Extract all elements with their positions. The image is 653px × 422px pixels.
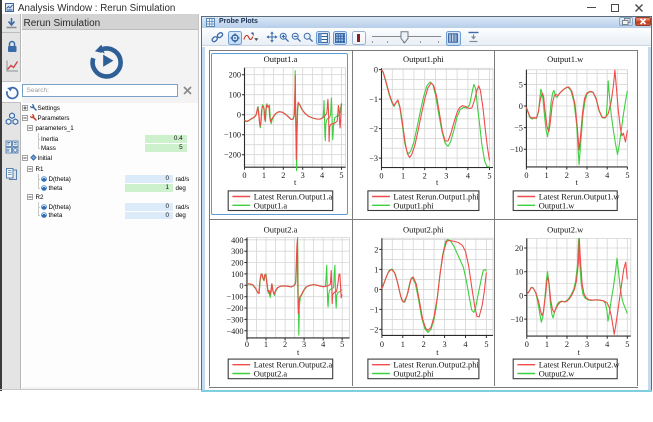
- svg-text:−200: −200: [226, 304, 243, 313]
- svg-text:Output1.w: Output1.w: [539, 202, 576, 211]
- svg-text:0: 0: [244, 339, 248, 348]
- svg-text:4: 4: [605, 171, 610, 180]
- svg-text:1: 1: [401, 172, 405, 181]
- svg-text:2: 2: [283, 339, 287, 348]
- svg-text:Output2.w: Output2.w: [547, 224, 584, 234]
- svg-text:3: 3: [444, 172, 448, 181]
- svg-text:100: 100: [228, 91, 240, 100]
- svg-text:2: 2: [421, 339, 425, 348]
- svg-text:0: 0: [519, 291, 523, 300]
- svg-text:0: 0: [236, 111, 240, 120]
- svg-text:0: 0: [379, 339, 383, 348]
- svg-text:Latest Rerun.Output1.a: Latest Rerun.Output1.a: [253, 193, 332, 202]
- svg-text:t: t: [293, 178, 296, 187]
- svg-text:−400: −400: [226, 326, 243, 335]
- svg-text:2: 2: [374, 245, 378, 254]
- svg-text:−10: −10: [510, 145, 523, 154]
- svg-text:10: 10: [515, 267, 523, 276]
- svg-text:1: 1: [261, 171, 265, 180]
- svg-text:t: t: [576, 178, 579, 187]
- svg-text:Output1.phi: Output1.phi: [393, 202, 434, 211]
- svg-text:5: 5: [625, 339, 629, 348]
- svg-text:100: 100: [231, 269, 243, 278]
- svg-text:0: 0: [525, 339, 529, 348]
- svg-text:Output2.a: Output2.a: [263, 224, 297, 234]
- svg-text:3: 3: [300, 171, 304, 180]
- svg-text:−2: −2: [369, 325, 378, 334]
- svg-text:0: 0: [525, 171, 529, 180]
- svg-text:−3: −3: [369, 154, 378, 163]
- svg-text:t: t: [578, 348, 581, 357]
- svg-text:t: t: [297, 348, 300, 357]
- svg-text:t: t: [436, 178, 439, 187]
- svg-text:1: 1: [400, 339, 404, 348]
- svg-text:−300: −300: [226, 315, 243, 324]
- svg-text:2: 2: [565, 339, 569, 348]
- svg-text:200: 200: [231, 258, 243, 267]
- svg-text:Output2.phi: Output2.phi: [393, 369, 434, 378]
- svg-text:Output1.w: Output1.w: [547, 54, 584, 64]
- svg-text:Latest Rerun.Output1.phi: Latest Rerun.Output1.phi: [393, 193, 479, 202]
- svg-text:Latest Rerun.Output2.w: Latest Rerun.Output2.w: [539, 360, 621, 369]
- svg-text:1: 1: [263, 339, 267, 348]
- svg-text:0: 0: [239, 281, 243, 290]
- svg-text:Output1.phi: Output1.phi: [403, 55, 444, 65]
- svg-text:1: 1: [374, 265, 378, 274]
- svg-text:5: 5: [339, 171, 343, 180]
- svg-text:−1: −1: [369, 305, 378, 314]
- svg-text:Output2.a: Output2.a: [253, 369, 287, 378]
- svg-text:Latest Rerun.Output2.a: Latest Rerun.Output2.a: [253, 360, 332, 369]
- svg-text:−10: −10: [511, 315, 524, 324]
- svg-text:3: 3: [585, 339, 589, 348]
- svg-text:Latest Rerun.Output1.w: Latest Rerun.Output1.w: [539, 193, 621, 202]
- svg-text:−1: −1: [369, 95, 378, 104]
- svg-text:Output2.w: Output2.w: [539, 369, 576, 378]
- svg-text:1: 1: [545, 339, 549, 348]
- svg-text:0: 0: [519, 102, 523, 111]
- svg-text:3: 3: [302, 339, 306, 348]
- svg-text:Output2.phi: Output2.phi: [403, 224, 444, 234]
- svg-text:5: 5: [519, 81, 523, 90]
- svg-text:5: 5: [626, 171, 630, 180]
- svg-text:4: 4: [465, 172, 470, 181]
- svg-text:4: 4: [320, 171, 325, 180]
- svg-text:5: 5: [484, 339, 488, 348]
- svg-text:Output1.a: Output1.a: [263, 54, 297, 64]
- svg-text:4: 4: [321, 339, 326, 348]
- svg-text:4: 4: [605, 339, 610, 348]
- svg-text:2: 2: [565, 171, 569, 180]
- svg-text:−200: −200: [223, 151, 240, 160]
- svg-text:0: 0: [374, 285, 378, 294]
- svg-text:Latest Rerun.Output2.phi: Latest Rerun.Output2.phi: [393, 360, 479, 369]
- svg-text:1: 1: [545, 171, 549, 180]
- svg-text:−5: −5: [514, 124, 523, 133]
- svg-text:−2: −2: [369, 125, 378, 134]
- svg-text:t: t: [436, 348, 439, 357]
- svg-text:−100: −100: [223, 131, 240, 140]
- svg-text:3: 3: [442, 339, 446, 348]
- svg-text:5: 5: [340, 339, 344, 348]
- svg-text:300: 300: [231, 247, 243, 256]
- svg-text:Output1.a: Output1.a: [253, 202, 287, 211]
- svg-text:2: 2: [422, 172, 426, 181]
- svg-text:3: 3: [585, 171, 589, 180]
- svg-text:200: 200: [228, 71, 240, 80]
- svg-text:0: 0: [242, 171, 246, 180]
- svg-text:2: 2: [281, 171, 285, 180]
- svg-text:0: 0: [373, 66, 377, 75]
- svg-text:4: 4: [463, 339, 468, 348]
- svg-text:0: 0: [379, 172, 383, 181]
- svg-text:20: 20: [515, 244, 523, 253]
- svg-text:5: 5: [487, 172, 491, 181]
- svg-text:−100: −100: [226, 292, 243, 301]
- svg-text:400: 400: [231, 235, 243, 244]
